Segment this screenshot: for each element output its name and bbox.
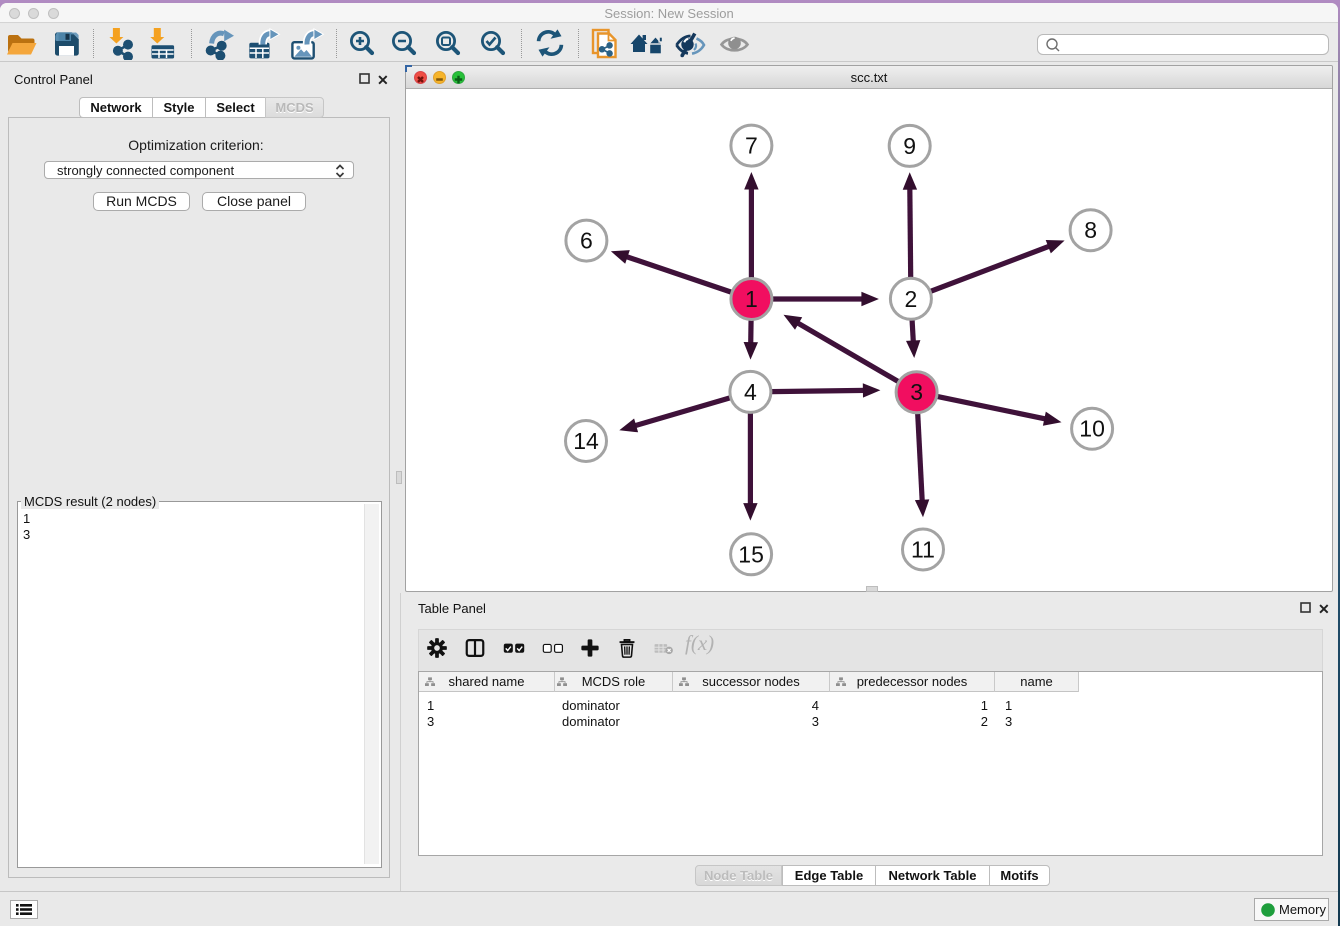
svg-text:9: 9 — [903, 133, 916, 159]
svg-text:7: 7 — [745, 133, 758, 159]
svg-text:11: 11 — [911, 537, 935, 563]
svg-text:1: 1 — [745, 286, 758, 312]
svg-text:14: 14 — [573, 428, 599, 454]
svg-text:3: 3 — [910, 379, 923, 405]
svg-text:2: 2 — [905, 286, 918, 312]
svg-text:8: 8 — [1084, 217, 1097, 243]
svg-text:15: 15 — [738, 541, 764, 567]
svg-text:6: 6 — [580, 228, 593, 254]
svg-text:10: 10 — [1079, 416, 1105, 442]
svg-text:4: 4 — [744, 379, 757, 405]
